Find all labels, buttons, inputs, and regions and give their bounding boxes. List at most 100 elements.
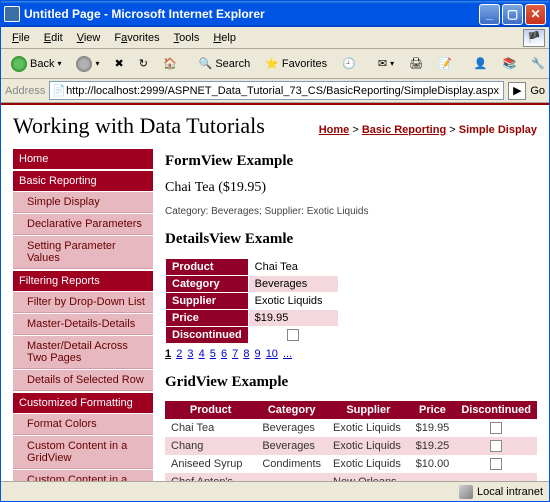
table-row: ChangBeveragesExotic Liquids$19.25 (165, 437, 537, 455)
pager-link[interactable]: 8 (243, 348, 249, 360)
pager: 1 2 3 4 5 6 7 8 9 10 ... (165, 348, 537, 360)
sidebar-item[interactable]: Basic Reporting (13, 171, 153, 191)
research-button[interactable]: 📚 (496, 53, 522, 75)
go-label[interactable]: Go (530, 85, 545, 97)
detailsview-heading: DetailsView Examle (165, 231, 537, 248)
bc-home[interactable]: Home (319, 124, 350, 136)
sidebar-item[interactable]: Format Colors (13, 414, 153, 435)
breadcrumb: Home > Basic Reporting > Simple Display (319, 124, 537, 136)
pager-link[interactable]: 4 (199, 348, 205, 360)
ie-logo-icon: 🏴 (523, 29, 545, 47)
dv-value: Exotic Liquids (248, 293, 338, 310)
pager-link[interactable]: 10 (266, 348, 278, 360)
gv-col-header[interactable]: Category (256, 401, 327, 419)
formview-detail: Category: Beverages; Supplier: Exotic Li… (165, 206, 537, 217)
gv-col-header[interactable]: Product (165, 401, 256, 419)
forward-icon (76, 56, 92, 72)
sidebar-item[interactable]: Setting Parameter Values (13, 236, 153, 269)
chevron-down-icon: ▾ (57, 59, 61, 68)
menu-bar: File Edit View Favorites Tools Help 🏴 (1, 27, 549, 49)
address-input[interactable]: 📄 http://localhost:2999/ASPNET_Data_Tuto… (49, 81, 504, 100)
checkbox (490, 440, 502, 452)
status-bar: Local intranet (1, 481, 549, 501)
menu-view[interactable]: View (70, 30, 108, 46)
mail-button[interactable]: ✉ ▾ (372, 53, 400, 75)
home-button[interactable]: 🏠 (157, 53, 183, 75)
menu-edit[interactable]: Edit (37, 30, 70, 46)
dv-value (248, 327, 338, 344)
stop-button[interactable]: ✖ (109, 53, 130, 75)
dv-header: Product (166, 259, 249, 276)
sidebar-item[interactable]: Master-Details-Details (13, 314, 153, 335)
checkbox (287, 329, 299, 341)
go-button[interactable]: ▶ (508, 82, 526, 100)
gv-col-header[interactable]: Supplier (327, 401, 410, 419)
favorites-button[interactable]: ⭐Favorites (259, 53, 333, 75)
sidebar-item[interactable]: Custom Content in a GridView (13, 436, 153, 469)
extra-button[interactable]: 🔧 (525, 53, 550, 75)
table-row: Chef Anton's Cajun SeasoningCondimentsNe… (165, 473, 537, 481)
pager-link[interactable]: 2 (176, 348, 182, 360)
gridview-table: ProductCategorySupplierPriceDiscontinued… (165, 401, 537, 481)
pager-link[interactable]: 5 (210, 348, 216, 360)
page-title: Working with Data Tutorials (13, 113, 265, 139)
minimize-button[interactable]: _ (479, 4, 500, 25)
pager-link[interactable]: ... (283, 348, 292, 360)
sidebar-item[interactable]: Filtering Reports (13, 271, 153, 291)
gv-col-header[interactable]: Price (410, 401, 456, 419)
sidebar-item[interactable]: Declarative Parameters (13, 214, 153, 235)
sidebar-item[interactable]: Customized Formatting (13, 393, 153, 413)
gv-col-header[interactable]: Discontinued (455, 401, 537, 419)
pager-link[interactable]: 9 (255, 348, 261, 360)
checkbox (490, 422, 502, 434)
maximize-button[interactable]: ▢ (502, 4, 523, 25)
pager-current: 1 (165, 348, 171, 360)
bc-current: Simple Display (459, 124, 537, 136)
app-icon (4, 6, 20, 22)
sidebar-item[interactable]: Simple Display (13, 192, 153, 213)
bc-basic[interactable]: Basic Reporting (362, 124, 446, 136)
formview-title: Chai Tea ($19.95) (165, 180, 537, 196)
chevron-down-icon: ▾ (95, 59, 99, 68)
back-icon (11, 56, 27, 72)
pager-link[interactable]: 6 (221, 348, 227, 360)
dv-header: Price (166, 310, 249, 327)
history-button[interactable]: 🕘 (336, 53, 362, 75)
menu-favorites[interactable]: Favorites (107, 30, 166, 46)
sidebar-item[interactable]: Home (13, 149, 153, 169)
edit-button[interactable]: 📝 (432, 53, 458, 75)
formview-heading: FormView Example (165, 153, 537, 170)
content-area: Working with Data Tutorials Home > Basic… (1, 103, 549, 481)
pager-link[interactable]: 3 (187, 348, 193, 360)
pager-link[interactable]: 7 (232, 348, 238, 360)
dv-header: Supplier (166, 293, 249, 310)
address-label: Address (5, 85, 45, 97)
dv-header: Discontinued (166, 327, 249, 344)
sidebar-item[interactable]: Master/Detail Across Two Pages (13, 336, 153, 369)
forward-button[interactable]: ▾ (70, 53, 105, 75)
close-button[interactable]: ✕ (525, 4, 546, 25)
back-button[interactable]: Back ▾ (5, 53, 67, 75)
search-button[interactable]: 🔍Search (193, 53, 257, 75)
print-button[interactable]: 🖨 (403, 53, 429, 75)
window-title: Untitled Page - Microsoft Internet Explo… (24, 7, 265, 21)
zone-icon (459, 485, 473, 499)
menu-help[interactable]: Help (206, 30, 243, 46)
sidebar-item[interactable]: Details of Selected Row (13, 370, 153, 391)
menu-tools[interactable]: Tools (167, 30, 207, 46)
dv-value: Chai Tea (248, 259, 338, 276)
sidebar-item[interactable]: Filter by Drop-Down List (13, 292, 153, 313)
address-bar: Address 📄 http://localhost:2999/ASPNET_D… (1, 79, 549, 103)
toolbar: Back ▾ ▾ ✖ ↻ 🏠 🔍Search ⭐Favorites 🕘 ✉ ▾ … (1, 49, 549, 79)
refresh-button[interactable]: ↻ (133, 53, 154, 75)
table-row: Aniseed SyrupCondimentsExotic Liquids$10… (165, 455, 537, 473)
dv-value: Beverages (248, 276, 338, 293)
menu-file[interactable]: File (5, 30, 37, 46)
sidebar-item[interactable]: Custom Content in a DetailsView (13, 470, 153, 481)
dv-header: Category (166, 276, 249, 293)
gridview-heading: GridView Example (165, 374, 537, 391)
dv-value: $19.95 (248, 310, 338, 327)
detailsview-table: ProductChai TeaCategoryBeveragesSupplier… (165, 258, 339, 344)
checkbox (490, 458, 502, 470)
messenger-button[interactable]: 👤 (468, 53, 494, 75)
